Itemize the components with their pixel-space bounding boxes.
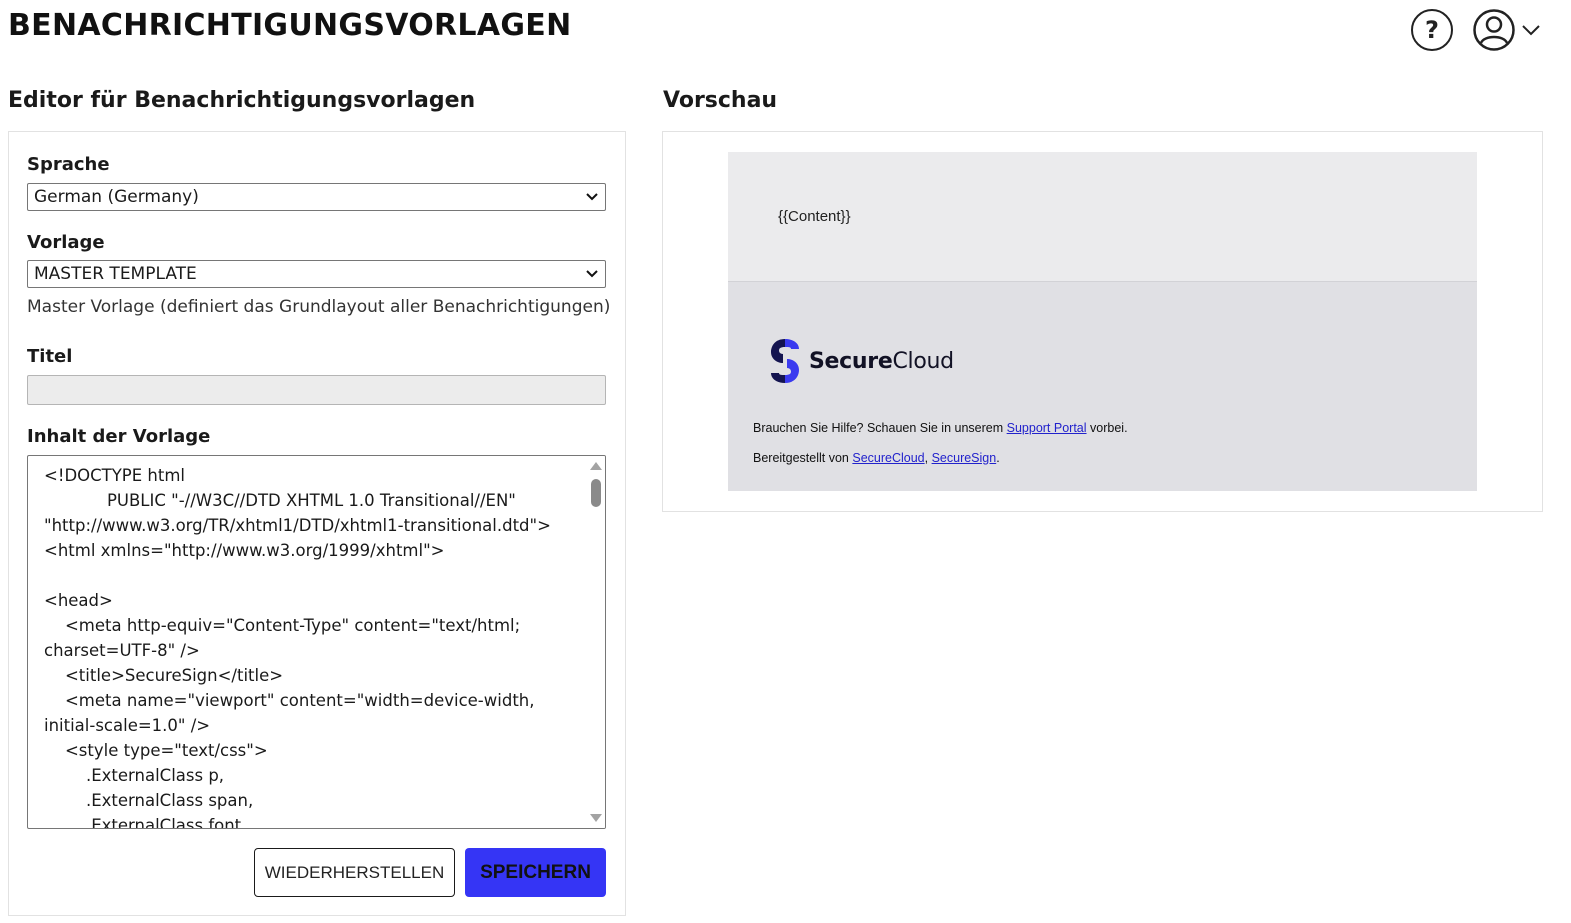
scrollbar[interactable]: [588, 456, 605, 828]
language-select-value: German (Germany): [34, 187, 199, 207]
securecloud-link[interactable]: SecureCloud: [852, 451, 924, 465]
provided-by-separator: ,: [924, 451, 932, 465]
scroll-thumb[interactable]: [591, 479, 601, 507]
editor-panel: Sprache German (Germany) Vorlage MASTER …: [8, 131, 626, 916]
user-icon: [1473, 9, 1515, 51]
preview-panel: {{Content}} SecureCloud Brauchen Sie Hil…: [662, 131, 1543, 512]
user-menu-button[interactable]: [1472, 8, 1544, 52]
template-content-textarea[interactable]: <!DOCTYPE html PUBLIC "-//W3C//DTD XHTML…: [27, 455, 606, 829]
securesign-link[interactable]: SecureSign: [932, 451, 997, 465]
save-button[interactable]: SPEICHERN: [465, 848, 606, 897]
title-input[interactable]: [27, 375, 606, 405]
email-footer: SecureCloud Brauchen Sie Hilfe? Schauen …: [728, 282, 1477, 491]
preview-section-title: Vorschau: [663, 88, 778, 113]
logo-text-bold: Secure: [809, 348, 893, 374]
logo-text-regular: Cloud: [892, 348, 954, 374]
editor-section-title: Editor für Benachrichtigungsvorlagen: [8, 88, 476, 113]
provided-by-suffix: .: [996, 451, 1000, 465]
restore-button[interactable]: WIEDERHERSTELLEN: [254, 848, 455, 897]
provided-by-prefix: Bereitgestellt von: [753, 451, 853, 465]
help-text-suffix: vorbei.: [1086, 421, 1128, 435]
language-label: Sprache: [27, 154, 110, 175]
chevron-down-icon: [586, 193, 598, 201]
template-select[interactable]: MASTER TEMPLATE: [27, 260, 606, 288]
language-select[interactable]: German (Germany): [27, 183, 606, 211]
provided-by-line: Bereitgestellt von SecureCloud, SecureSi…: [753, 451, 1000, 465]
securecloud-logo: SecureCloud: [769, 337, 954, 385]
page-title: BENACHRICHTIGUNGSVORLAGEN: [8, 8, 572, 43]
scroll-up-arrow-icon[interactable]: [590, 462, 602, 470]
title-label: Titel: [27, 346, 73, 367]
template-content-code: <!DOCTYPE html PUBLIC "-//W3C//DTD XHTML…: [44, 466, 551, 829]
help-text-line: Brauchen Sie Hilfe? Schauen Sie in unser…: [753, 421, 1128, 435]
content-placeholder: {{Content}}: [778, 208, 851, 225]
scroll-down-arrow-icon[interactable]: [590, 814, 602, 822]
chevron-down-icon: [1522, 25, 1540, 36]
help-text-prefix: Brauchen Sie Hilfe? Schauen Sie in unser…: [753, 421, 1007, 435]
template-select-value: MASTER TEMPLATE: [34, 264, 197, 284]
support-portal-link[interactable]: Support Portal: [1007, 421, 1087, 435]
content-label: Inhalt der Vorlage: [27, 426, 211, 447]
email-preview: {{Content}} SecureCloud Brauchen Sie Hil…: [728, 152, 1477, 491]
help-icon: ?: [1425, 16, 1439, 44]
help-button[interactable]: ?: [1411, 9, 1453, 51]
securecloud-logo-icon: [771, 339, 799, 383]
chevron-down-icon: [586, 270, 598, 278]
email-content-area: {{Content}}: [728, 152, 1477, 282]
template-label: Vorlage: [27, 232, 105, 253]
template-description: Master Vorlage (definiert das Grundlayou…: [27, 297, 611, 317]
